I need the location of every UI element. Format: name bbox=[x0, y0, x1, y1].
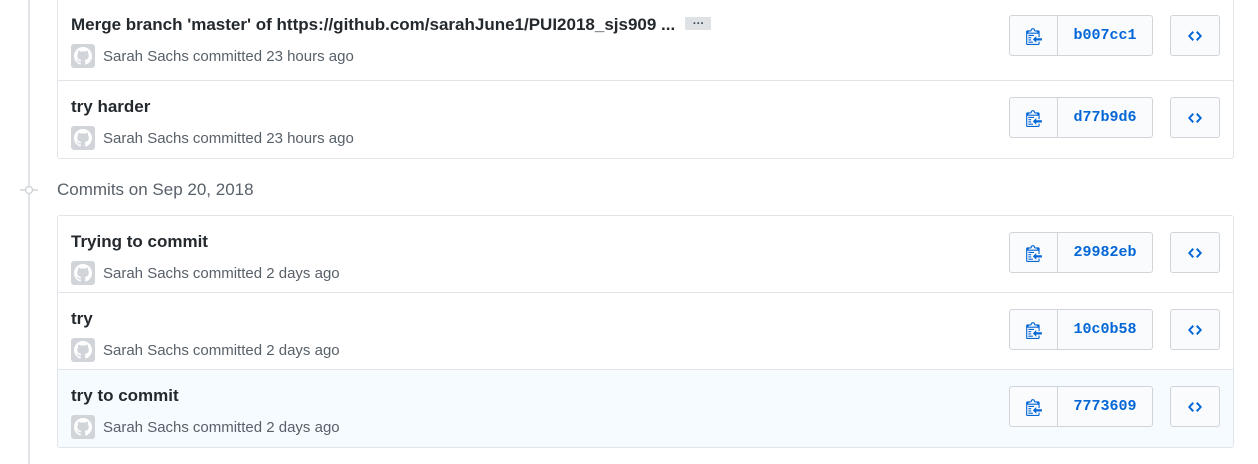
octocat-icon[interactable] bbox=[71, 261, 95, 285]
commit-author[interactable]: Sarah Sachs bbox=[103, 48, 189, 65]
sha-group: 29982eb bbox=[1009, 232, 1153, 273]
commit-author[interactable]: Sarah Sachs bbox=[103, 265, 189, 282]
commit-time: committed 23 hours ago bbox=[192, 47, 354, 65]
commit-time: committed 2 days ago bbox=[192, 418, 340, 436]
commit-group: Merge branch 'master' of https://github.… bbox=[57, 0, 1234, 159]
commit-row: Trying to commit Sarah Sachs committed 2… bbox=[58, 216, 1233, 293]
sha-group: 7773609 bbox=[1009, 386, 1153, 427]
commit-group: Trying to commit Sarah Sachs committed 2… bbox=[57, 215, 1234, 448]
octocat-icon[interactable] bbox=[71, 126, 95, 150]
timeline-line bbox=[28, 0, 30, 464]
sha-group: d77b9d6 bbox=[1009, 97, 1153, 138]
copy-sha-button[interactable] bbox=[1010, 233, 1058, 272]
sha-group: b007cc1 bbox=[1009, 15, 1153, 56]
browse-repo-button[interactable] bbox=[1170, 15, 1220, 56]
commit-meta: Sarah Sachs committed 23 hours ago bbox=[71, 126, 354, 150]
browse-repo-button[interactable] bbox=[1170, 309, 1220, 350]
commit-row: Merge branch 'master' of https://github.… bbox=[58, 0, 1233, 81]
commit-row: try to commit Sarah Sachs committed 2 da… bbox=[58, 370, 1233, 447]
octocat-icon[interactable] bbox=[71, 338, 95, 362]
commit-sha-link[interactable]: 10c0b58 bbox=[1058, 310, 1152, 349]
code-icon bbox=[1188, 112, 1202, 123]
clipboard-icon bbox=[1025, 321, 1042, 339]
commit-message[interactable]: try harder bbox=[71, 97, 150, 117]
browse-repo-button[interactable] bbox=[1170, 232, 1220, 273]
browse-repo-button[interactable] bbox=[1170, 386, 1220, 427]
code-icon bbox=[1188, 247, 1202, 258]
sha-group: 10c0b58 bbox=[1009, 309, 1153, 350]
clipboard-icon bbox=[1025, 398, 1042, 416]
copy-sha-button[interactable] bbox=[1010, 387, 1058, 426]
commit-meta: Sarah Sachs committed 2 days ago bbox=[71, 338, 340, 362]
commit-time: committed 23 hours ago bbox=[192, 129, 354, 147]
browse-repo-button[interactable] bbox=[1170, 97, 1220, 138]
copy-sha-button[interactable] bbox=[1010, 98, 1058, 137]
commit-author[interactable]: Sarah Sachs bbox=[103, 130, 189, 147]
commit-author[interactable]: Sarah Sachs bbox=[103, 342, 189, 359]
commit-time: committed 2 days ago bbox=[192, 341, 340, 359]
clipboard-icon bbox=[1025, 109, 1042, 127]
commit-message[interactable]: Merge branch 'master' of https://github.… bbox=[71, 15, 675, 34]
commit-meta: Sarah Sachs committed 2 days ago bbox=[71, 415, 340, 439]
git-commit-icon bbox=[20, 185, 38, 195]
commit-sha-link[interactable]: b007cc1 bbox=[1058, 16, 1152, 55]
commit-author[interactable]: Sarah Sachs bbox=[103, 419, 189, 436]
commit-message[interactable]: try bbox=[71, 309, 93, 329]
expand-message-button[interactable]: … bbox=[685, 14, 712, 31]
code-icon bbox=[1188, 30, 1202, 41]
commit-sha-link[interactable]: 7773609 bbox=[1058, 387, 1152, 426]
octocat-icon[interactable] bbox=[71, 415, 95, 439]
commit-message[interactable]: Trying to commit bbox=[71, 232, 208, 252]
commit-row: try Sarah Sachs committed 2 days ago 10c… bbox=[58, 293, 1233, 370]
commit-message[interactable]: try to commit bbox=[71, 386, 179, 406]
commit-row: try harder Sarah Sachs committed 23 hour… bbox=[58, 81, 1233, 158]
code-icon bbox=[1188, 401, 1202, 412]
copy-sha-button[interactable] bbox=[1010, 310, 1058, 349]
commit-time: committed 2 days ago bbox=[192, 264, 340, 282]
commit-sha-link[interactable]: d77b9d6 bbox=[1058, 98, 1152, 137]
code-icon bbox=[1188, 324, 1202, 335]
clipboard-icon bbox=[1025, 27, 1042, 45]
clipboard-icon bbox=[1025, 244, 1042, 262]
copy-sha-button[interactable] bbox=[1010, 16, 1058, 55]
commits-date-label: Commits on Sep 20, 2018 bbox=[57, 180, 254, 199]
commit-meta: Sarah Sachs committed 23 hours ago bbox=[71, 44, 354, 68]
commit-meta: Sarah Sachs committed 2 days ago bbox=[71, 261, 340, 285]
commit-sha-link[interactable]: 29982eb bbox=[1058, 233, 1152, 272]
octocat-icon[interactable] bbox=[71, 44, 95, 68]
